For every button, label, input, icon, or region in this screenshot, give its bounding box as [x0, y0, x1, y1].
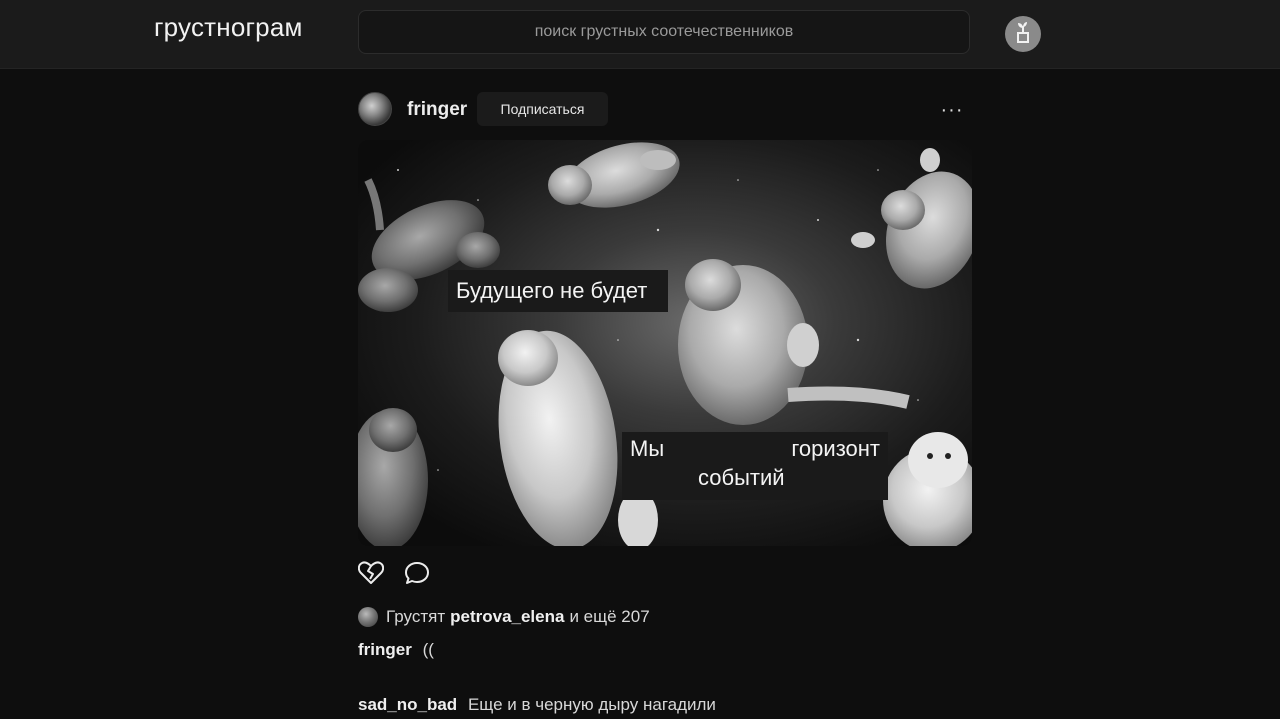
likes-summary: Грустят petrova_elena и ещё 207: [358, 604, 650, 630]
broken-heart-icon: [357, 560, 385, 590]
post-actions: [357, 560, 458, 590]
comment-button[interactable]: [404, 561, 430, 590]
image-caption-bottom: Мы горизонт событий: [622, 432, 888, 500]
image-caption-top: Будущего не будет: [448, 270, 668, 312]
comment-item: sad_no_bad Еще и в черную дыру нагадили: [358, 695, 716, 715]
image-caption-bottom-right: горизонт: [791, 436, 880, 461]
comment-text: Еще и в черную дыру нагадили: [467, 695, 716, 714]
follow-button[interactable]: Подписаться: [477, 92, 608, 126]
author-username[interactable]: fringer: [407, 99, 467, 121]
post-caption: fringer ((: [358, 640, 434, 660]
author-avatar[interactable]: [358, 92, 392, 126]
post-header: fringer Подписаться ···: [358, 90, 972, 130]
caption-username[interactable]: fringer: [358, 640, 412, 659]
search-input[interactable]: [359, 10, 969, 54]
image-caption-bottom-left: Мы: [630, 436, 665, 461]
more-horizontal-icon: ···: [940, 98, 964, 121]
liker-username[interactable]: petrova_elena: [450, 607, 564, 627]
likes-suffix[interactable]: и ещё 207: [569, 607, 649, 627]
like-button[interactable]: [357, 560, 385, 590]
comment-bubble-icon: [404, 561, 430, 590]
plant-pot-icon: [1012, 20, 1034, 49]
post-image[interactable]: Будущего не будет Мы горизонт событий: [358, 140, 972, 546]
top-bar: грустнограм: [0, 0, 1280, 69]
liker-avatar[interactable]: [358, 607, 378, 627]
more-options-button[interactable]: ···: [940, 98, 964, 122]
comment-username[interactable]: sad_no_bad: [358, 695, 457, 714]
profile-button[interactable]: [1005, 16, 1041, 52]
app-logo[interactable]: грустнограм: [154, 12, 303, 43]
caption-text: ((: [422, 640, 434, 659]
image-caption-bottom-second: событий: [698, 465, 785, 490]
likes-prefix: Грустят: [386, 607, 446, 626]
search-box[interactable]: [358, 10, 970, 54]
